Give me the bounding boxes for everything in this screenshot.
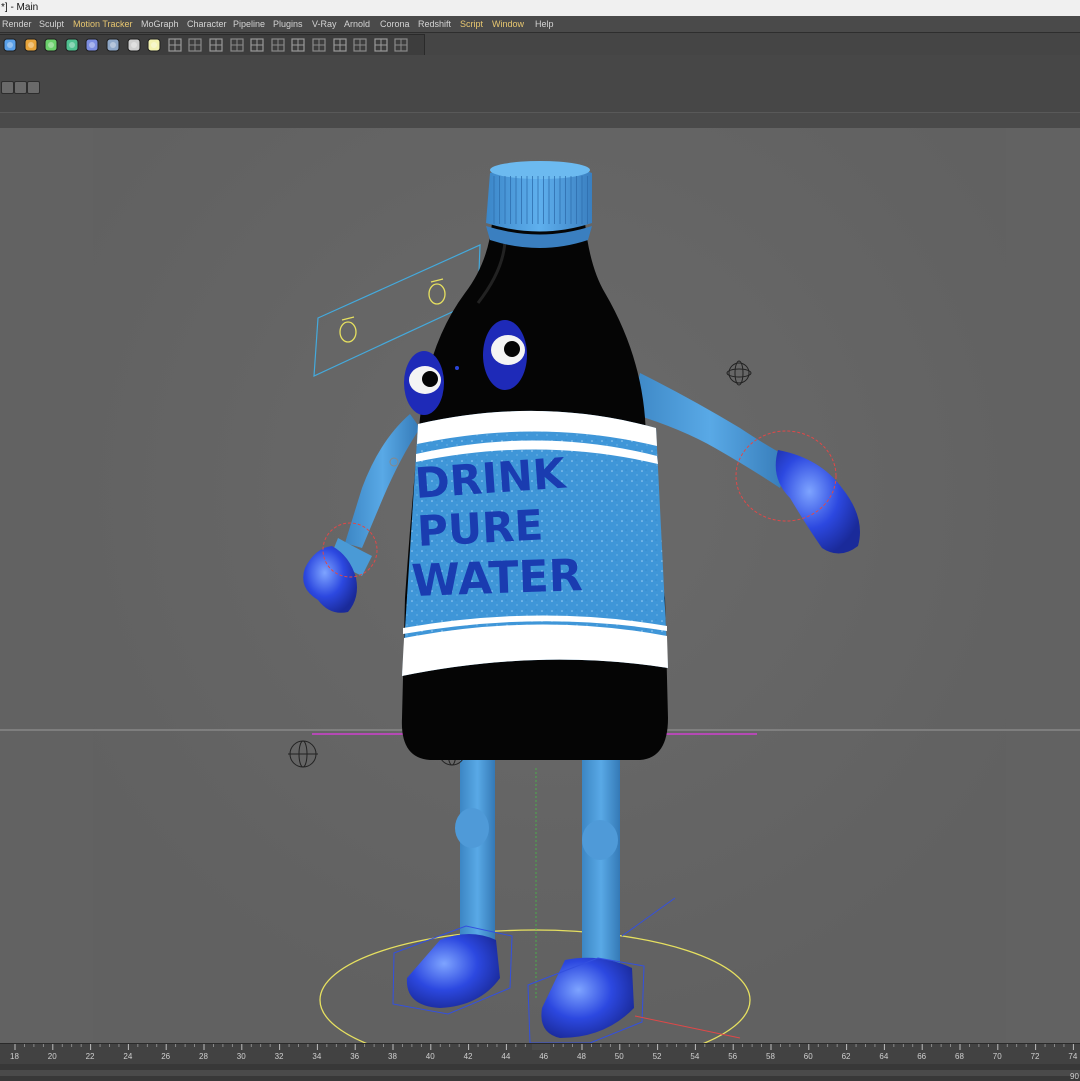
3d-viewport[interactable]: DRINK PURE WATER <box>0 128 1080 1043</box>
menu-item-pipeline[interactable]: Pipeline <box>233 16 265 32</box>
timeline-tick-label: 20 <box>48 1052 57 1061</box>
timeline-tick-label: 54 <box>690 1052 699 1061</box>
ik-icon[interactable] <box>229 37 245 53</box>
timeline-tick-label: 36 <box>350 1052 359 1061</box>
menu-item-arnold[interactable]: Arnold <box>344 16 370 32</box>
current-frame-marker[interactable] <box>532 1044 550 1050</box>
timeline-tick-label: 48 <box>577 1052 586 1061</box>
timeline-tick-label: 18 <box>10 1052 19 1061</box>
timeline-tick-label: 26 <box>161 1052 170 1061</box>
timeline-tick-label: 70 <box>993 1052 1002 1061</box>
lattice-icon[interactable] <box>393 37 409 53</box>
menu-item-mograph[interactable]: MoGraph <box>141 16 179 32</box>
timeline-canvas: 18 20 22 24 26 28 30 32 34 36 38 40 42 44 46 48 50 52 54 56… <box>0 1044 1080 1081</box>
timeline-tick-label: 72 <box>1031 1052 1040 1061</box>
timeline-tick-label: 22 <box>86 1052 95 1061</box>
subdivision-icon[interactable] <box>43 37 59 53</box>
menu-item-window[interactable]: Window <box>492 16 524 32</box>
grid-icon[interactable] <box>167 37 183 53</box>
timeline-tick-label: 40 <box>426 1052 435 1061</box>
timeline-tick-label: 46 <box>539 1052 548 1061</box>
safe-frame-left <box>0 128 93 1043</box>
menu-item-v-ray[interactable]: V-Ray <box>312 16 337 32</box>
label-line-pure: PURE <box>416 500 544 556</box>
toolbar-icon-strip <box>0 34 425 56</box>
pen-icon[interactable] <box>23 37 39 53</box>
sphere-icon[interactable] <box>187 37 203 53</box>
menu-item-sculpt[interactable]: Sculpt <box>39 16 64 32</box>
menu-item-script[interactable]: Script <box>460 16 483 32</box>
pose-icon[interactable] <box>352 37 368 53</box>
light-icon[interactable] <box>146 37 162 53</box>
menu-item-help[interactable]: Help <box>535 16 554 32</box>
menu-item-character[interactable]: Character <box>187 16 227 32</box>
timeline-tick-label: 28 <box>199 1052 208 1061</box>
floor-icon[interactable] <box>105 37 121 53</box>
nose-dot <box>455 366 459 370</box>
right-knee[interactable] <box>582 820 618 860</box>
weight-icon[interactable] <box>311 37 327 53</box>
label-line-water: WATER <box>411 550 584 607</box>
timeline-tick-label: 56 <box>728 1052 737 1061</box>
cloth-icon[interactable] <box>290 37 306 53</box>
joint-icon[interactable] <box>208 37 224 53</box>
mesh-icon[interactable] <box>332 37 348 53</box>
menu-item-redshift[interactable]: Redshift <box>418 16 451 32</box>
menu-bar: Render Sculpt Motion Tracker MoGraph Charact… <box>0 16 1080 33</box>
menu-item-render[interactable]: Render <box>2 16 32 32</box>
cloner-icon[interactable] <box>64 37 80 53</box>
timeline-tick-label: 32 <box>275 1052 284 1061</box>
timeline-tick-label: 30 <box>237 1052 246 1061</box>
morph-icon[interactable] <box>373 37 389 53</box>
deformer-icon[interactable] <box>84 37 100 53</box>
timeline-tick-label: 74 <box>1068 1052 1077 1061</box>
left-eye[interactable] <box>404 351 444 415</box>
timeline-tick-label: 42 <box>464 1052 473 1061</box>
timeline-tick-label: 50 <box>615 1052 624 1061</box>
timeline-tick-label: 60 <box>804 1052 813 1061</box>
viewport-header <box>0 112 1080 129</box>
character-icon[interactable] <box>249 37 265 53</box>
viewport-canvas: DRINK PURE WATER <box>0 128 1080 1043</box>
move-view-icon[interactable] <box>1 81 14 94</box>
menu-item-motion-tracker[interactable]: Motion Tracker <box>73 16 133 32</box>
bottle-label: DRINK PURE WATER <box>402 410 668 676</box>
window-title: *] - Main <box>1 2 39 13</box>
timeline-tick-label: 52 <box>653 1052 662 1061</box>
zoom-view-icon[interactable] <box>27 81 40 94</box>
cube-icon[interactable] <box>2 37 18 53</box>
timeline-tick-label: 68 <box>955 1052 964 1061</box>
timeline-tick-label: 24 <box>123 1052 132 1061</box>
timeline-tick-label: 44 <box>501 1052 510 1061</box>
menu-item-plugins[interactable]: Plugins <box>273 16 303 32</box>
timeline-tick-label: 38 <box>388 1052 397 1061</box>
left-knee[interactable] <box>455 808 489 848</box>
timeline-ruler[interactable]: 18 20 22 24 26 28 30 32 34 36 38 40 42 44 46 48 50 52 54 56… <box>0 1043 1080 1081</box>
rotate-view-icon[interactable] <box>14 81 27 94</box>
menu-item-corona[interactable]: Corona <box>380 16 410 32</box>
rig-icon[interactable] <box>270 37 286 53</box>
timeline-tick-label: 58 <box>766 1052 775 1061</box>
timeline-tick-label: 62 <box>842 1052 851 1061</box>
camera-icon[interactable] <box>126 37 142 53</box>
secondary-toolbar <box>0 55 1080 112</box>
timeline-tick-label: 34 <box>312 1052 321 1061</box>
window-titlebar: *] - Main <box>0 0 1080 16</box>
safe-frame-right <box>1006 128 1080 1043</box>
timeline-tick-label: 66 <box>917 1052 926 1061</box>
right-eye[interactable] <box>483 320 527 390</box>
timeline-tick-label: 64 <box>879 1052 888 1061</box>
main-toolbar <box>0 33 1080 56</box>
